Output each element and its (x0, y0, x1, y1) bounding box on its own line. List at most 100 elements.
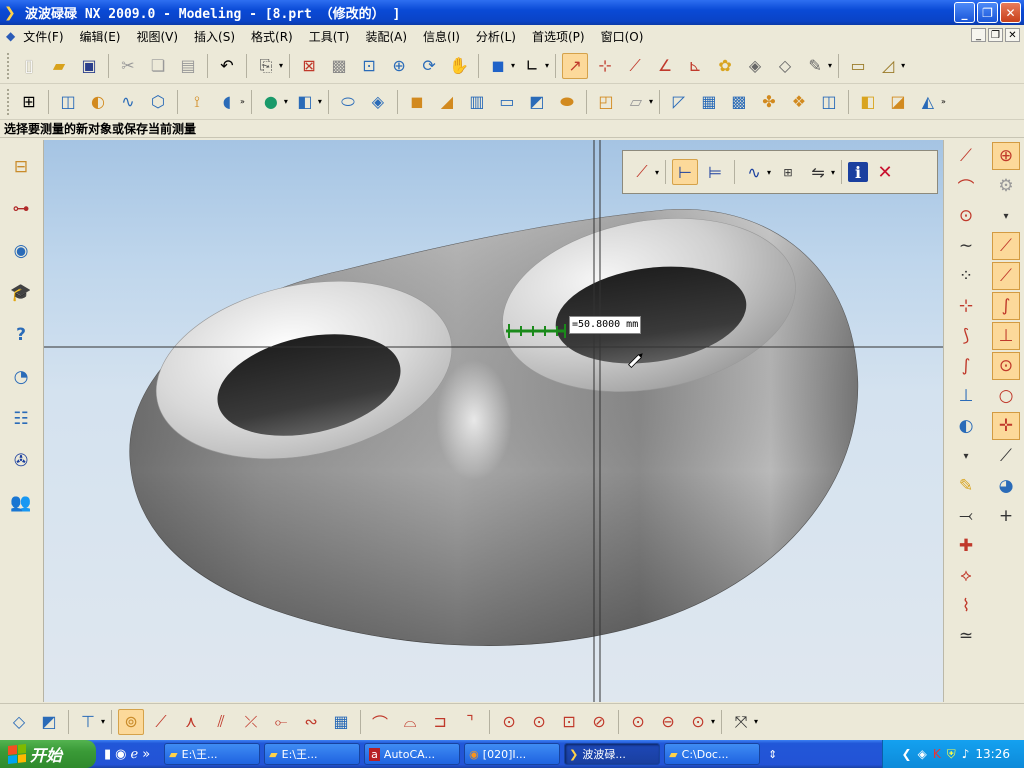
project-curve-icon[interactable]: ⊥ (950, 382, 982, 410)
ellipse-icon[interactable]: ⊖ (655, 709, 681, 735)
tube-icon[interactable]: ⬡ (145, 89, 171, 115)
menu-window[interactable]: 窗口(O) (593, 28, 652, 45)
revolve-icon[interactable]: ◐ (85, 89, 111, 115)
shield-icon[interactable]: ⛨ (947, 747, 956, 762)
measure-angle-icon[interactable]: ◿ (875, 53, 901, 79)
angle-icon[interactable]: ∠ (652, 53, 678, 79)
circle-3pt-icon[interactable]: ⊡ (556, 709, 582, 735)
datum-icon[interactable]: ⊤ (75, 709, 101, 735)
line-icon[interactable]: ⟋ (950, 142, 982, 170)
nx-menu-icon[interactable]: ◆ (6, 29, 15, 43)
mesh-icon[interactable]: ▦ (696, 89, 722, 115)
chevron-icon[interactable]: » (142, 747, 150, 762)
conic-icon[interactable]: ⊙ (625, 709, 651, 735)
fillet-icon[interactable]: ▦ (328, 709, 354, 735)
start-button[interactable]: 开始 (0, 740, 96, 768)
model-view[interactable] (44, 140, 943, 702)
shell-icon[interactable]: ▱ (623, 89, 649, 115)
material-icon[interactable]: ◇ (772, 53, 798, 79)
arc-icon[interactable]: ⋏ (178, 709, 204, 735)
point-set-icon[interactable]: ⊹ (950, 292, 982, 320)
join-curve-icon[interactable]: ⌇ (950, 592, 982, 620)
menu-assembly[interactable]: 装配(A) (357, 28, 415, 45)
menu-info[interactable]: 信息(I) (415, 28, 468, 45)
sketch-icon[interactable]: ◇ (6, 709, 32, 735)
new-file-icon[interactable]: ▯ (16, 53, 42, 79)
render-icon[interactable]: ◈ (742, 53, 768, 79)
arc-icon[interactable]: ⌒ (950, 172, 982, 200)
cone-icon[interactable]: ◈ (365, 89, 391, 115)
intersect-curve-icon[interactable]: ◐ (950, 412, 982, 440)
offset-curve-icon[interactable]: ⟆ (950, 322, 982, 350)
slot-icon[interactable]: ◩ (524, 89, 550, 115)
measure-graph-icon[interactable]: ∿ (741, 159, 767, 185)
zoom-icon[interactable]: ⊡ (356, 53, 382, 79)
snap-mid-icon[interactable]: ⟋ (992, 262, 1020, 290)
fit-view-icon[interactable]: ⊠ (296, 53, 322, 79)
system-scenes-icon[interactable]: ✇ (6, 446, 36, 476)
circle-icon[interactable]: ⊙ (496, 709, 522, 735)
circle-tangent-icon[interactable]: ⊙ (685, 709, 711, 735)
part-navigator-tab-icon[interactable]: ⊶ (6, 194, 36, 224)
measure-type-icon[interactable]: ⟋ (629, 159, 655, 185)
history-icon[interactable]: ◔ (6, 362, 36, 392)
rotate-icon[interactable]: ⟳ (416, 53, 442, 79)
measure-points-icon[interactable]: ⊞ (775, 159, 801, 185)
intersect-icon[interactable]: ◭ (915, 89, 941, 115)
patch-icon[interactable]: ◫ (816, 89, 842, 115)
open-folder-icon[interactable]: ▰ (46, 53, 72, 79)
volume-icon[interactable]: ♪ (962, 747, 970, 761)
close-button[interactable]: ✕ (1000, 2, 1021, 23)
extract-icon[interactable]: ✎ (950, 472, 982, 500)
surface-icon[interactable]: ◸ (666, 89, 692, 115)
snap-on-curve-icon[interactable]: ⟋ (990, 442, 1022, 470)
assembly-navigator-icon[interactable]: ⊟ (6, 152, 36, 182)
shaded-cube-icon[interactable]: ◼ (485, 53, 511, 79)
pocket-icon[interactable]: ▥ (464, 89, 490, 115)
zoom-window-icon[interactable]: ▩ (326, 53, 352, 79)
measure-options-icon[interactable]: ⇋ (805, 159, 831, 185)
divide-curve-icon[interactable]: ✚ (950, 532, 982, 560)
help-icon[interactable]: ? (6, 320, 36, 350)
task-item[interactable]: ▰ E:\王... (164, 743, 261, 765)
more-icon[interactable]: ▾ (990, 202, 1022, 230)
snap-on-face-icon[interactable]: ◕ (990, 472, 1022, 500)
profile-icon[interactable]: ⫽ (208, 709, 234, 735)
taskbar-overflow-icon[interactable]: ⇕ (768, 748, 777, 761)
save-icon[interactable]: ▣ (76, 53, 102, 79)
info-icon[interactable]: i (848, 162, 869, 182)
snap-bounded-icon[interactable]: + (990, 502, 1022, 530)
menu-tools[interactable]: 工具(T) (301, 28, 358, 45)
spline-icon[interactable]: ∾ (298, 709, 324, 735)
snap-existing-point-icon[interactable]: ✛ (992, 412, 1020, 440)
plane-icon[interactable]: ◩ (36, 709, 62, 735)
task-item[interactable]: ▰ E:\王... (264, 743, 361, 765)
draft-icon[interactable]: ⟟ (184, 89, 210, 115)
offset-surface-icon[interactable]: ✤ (756, 89, 782, 115)
reuse-library-icon[interactable]: ☷ (6, 404, 36, 434)
bridge-curve-icon[interactable]: ∫ (950, 352, 982, 380)
corner-icon[interactable]: ⌝ (457, 709, 483, 735)
cylinder-icon[interactable]: ⬭ (335, 89, 361, 115)
snap-control-icon[interactable]: ∫ (992, 292, 1020, 320)
circle-icon[interactable]: ⊙ (950, 202, 982, 230)
wcs-icon[interactable]: ∟ (519, 53, 545, 79)
undo-icon[interactable]: ↶ (214, 53, 240, 79)
paste-icon[interactable]: ▤ (175, 53, 201, 79)
camera-icon[interactable]: ✎ (802, 53, 828, 79)
mdi-close-button[interactable]: ✕ (1005, 28, 1020, 42)
polygon-icon[interactable]: ⟜ (268, 709, 294, 735)
desktop-icon[interactable]: ▮ (104, 747, 111, 762)
task-item[interactable]: ◉ [020]I... (464, 743, 561, 765)
circle-center-icon[interactable]: ⊙ (526, 709, 552, 735)
more-icon[interactable]: ▾ (950, 442, 982, 470)
roles-icon[interactable]: 👥 (6, 488, 36, 518)
quick-trim-icon[interactable]: ⊐ (427, 709, 453, 735)
boss-icon[interactable]: ◢ (434, 89, 460, 115)
snap-center-icon[interactable]: ⊙ (992, 352, 1020, 380)
points-icon[interactable]: ⁘ (950, 262, 982, 290)
network-icon[interactable]: ◈ (918, 747, 927, 761)
menu-insert[interactable]: 插入(S) (186, 28, 243, 45)
task-item[interactable]: ❯ 波波碌... (564, 743, 661, 765)
toolbar-grip[interactable] (7, 88, 11, 115)
